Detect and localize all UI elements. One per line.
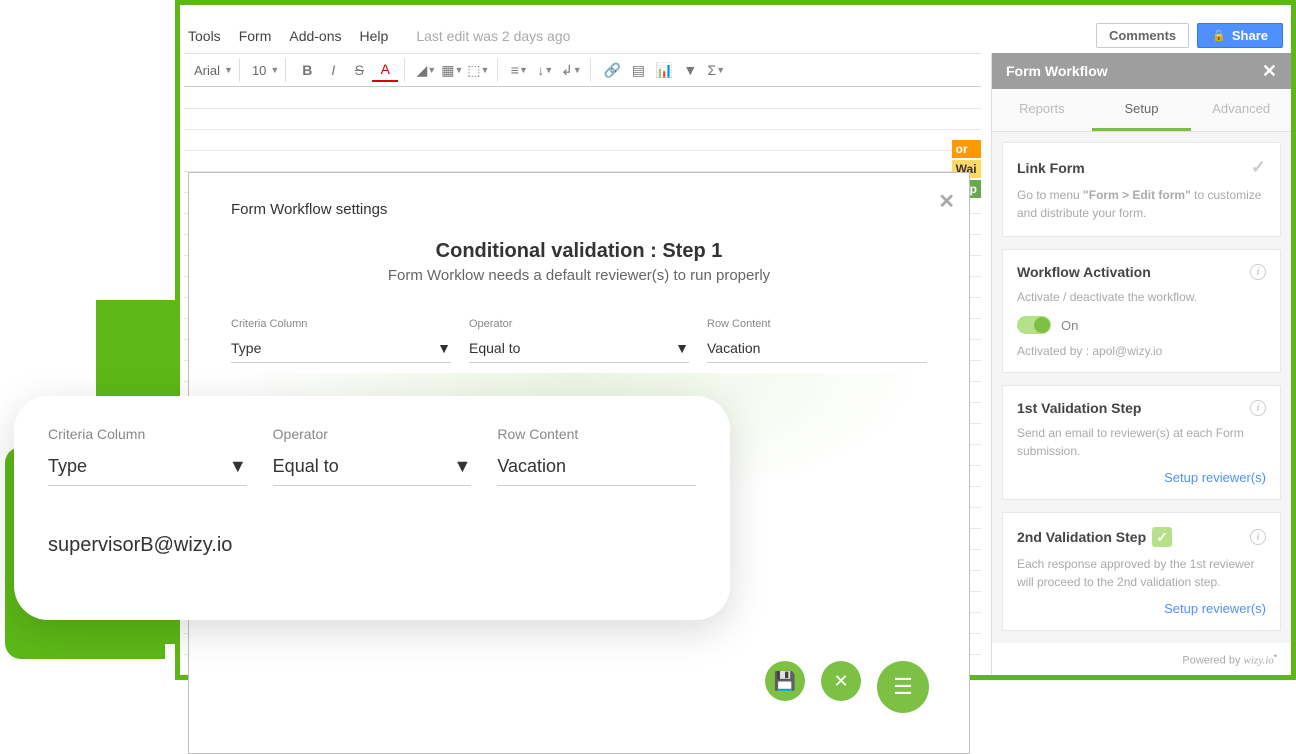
powered-by: Powered by wizy.io• <box>992 643 1291 675</box>
card-activation: Workflow Activation i Activate / deactiv… <box>1002 249 1281 373</box>
chevron-down-icon: ▼ <box>270 65 279 75</box>
tab-reports[interactable]: Reports <box>992 89 1092 131</box>
modal-title: Conditional validation : Step 1 <box>436 240 723 262</box>
save-icon: 💾 <box>774 671 796 692</box>
zoom-criteria-label: Criteria Column <box>48 426 247 442</box>
chart-button[interactable]: 📊 <box>651 58 677 82</box>
card-desc: Activate / deactivate the workflow. <box>1017 288 1266 306</box>
setup-reviewers-link[interactable]: Setup reviewer(s) <box>1017 601 1266 616</box>
activation-toggle[interactable] <box>1017 316 1051 334</box>
info-icon[interactable]: i <box>1250 529 1266 545</box>
operator-value: Equal to <box>469 340 520 356</box>
zoom-row-label: Row Content <box>497 426 696 442</box>
close-icon[interactable]: ✕ <box>1262 61 1277 82</box>
chevron-down-icon: ▼ <box>229 456 247 477</box>
menu-bar: Tools Form Add-ons Help Last edit was 2 … <box>188 23 1283 48</box>
card-link-form: Link Form ✓ Go to menu "Form > Edit form… <box>1002 142 1281 237</box>
close-icon: ✕ <box>833 671 848 692</box>
chevron-down-icon: ▼ <box>224 65 233 75</box>
modal-label: Form Workflow settings <box>231 201 927 218</box>
side-tabs: Reports Setup Advanced <box>992 89 1291 132</box>
card-title-text: Workflow Activation <box>1017 264 1151 280</box>
row-content-input[interactable] <box>707 340 927 363</box>
activated-by: Activated by : apol@wizy.io <box>1017 344 1266 358</box>
text-color-button[interactable]: A <box>372 58 398 82</box>
card-desc: Go to menu <box>1017 188 1083 202</box>
comments-button[interactable]: Comments <box>1096 23 1189 48</box>
italic-button[interactable]: I <box>320 58 346 82</box>
share-label: Share <box>1232 28 1268 43</box>
fill-color-button[interactable]: ◢▼ <box>413 58 439 82</box>
zoom-row-input[interactable] <box>497 456 696 486</box>
operator-select[interactable]: Equal to ▼ <box>469 340 689 363</box>
side-panel: Form Workflow ✕ Reports Setup Advanced L… <box>991 53 1291 675</box>
functions-button[interactable]: Σ▼ <box>703 58 729 82</box>
hamburger-icon: ☰ <box>893 674 913 700</box>
side-title: Form Workflow <box>1006 63 1108 79</box>
card-desc-bold: "Form > Edit form" <box>1083 188 1191 202</box>
menu-form[interactable]: Form <box>239 28 272 44</box>
toolbar: Arial ▼ 10 ▼ B I S A ◢▼ ▦▼ ⬚▼ ≡▼ ↓▼ ↲▼ 🔗… <box>184 53 981 87</box>
filter-button[interactable]: ▼ <box>677 58 703 82</box>
check-icon: ✓ <box>1251 157 1266 178</box>
zoom-reviewer-email: supervisorB@wizy.io <box>48 534 696 557</box>
chevron-down-icon: ▼ <box>675 340 689 356</box>
valign-button[interactable]: ↓▼ <box>532 58 558 82</box>
menu-tools[interactable]: Tools <box>188 28 221 44</box>
criteria-label: Criteria Column <box>231 318 451 330</box>
status-cell: or <box>952 140 981 158</box>
chevron-down-icon: ▼ <box>454 456 472 477</box>
save-button[interactable]: 💾 <box>765 661 805 701</box>
card-step2: 2nd Validation Step ✓ i Each response ap… <box>1002 512 1281 631</box>
zoom-operator-label: Operator <box>273 426 472 442</box>
merge-button[interactable]: ⬚▼ <box>465 58 491 82</box>
card-title-text: 2nd Validation Step <box>1017 529 1146 545</box>
card-desc: Send an email to reviewer(s) at each For… <box>1017 424 1266 460</box>
menu-help[interactable]: Help <box>360 28 389 44</box>
setup-reviewers-link[interactable]: Setup reviewer(s) <box>1017 470 1266 485</box>
side-content: Link Form ✓ Go to menu "Form > Edit form… <box>992 132 1291 643</box>
info-icon[interactable]: i <box>1250 264 1266 280</box>
halign-button[interactable]: ≡▼ <box>506 58 532 82</box>
card-title-text: 1st Validation Step <box>1017 400 1141 416</box>
card-desc: Each response approved by the 1st review… <box>1017 555 1266 591</box>
bold-button[interactable]: B <box>294 58 320 82</box>
link-button[interactable]: 🔗 <box>599 58 625 82</box>
lock-icon: 🔒 <box>1212 29 1226 42</box>
menu-addons[interactable]: Add-ons <box>289 28 341 44</box>
modal-subtitle: Form Worklow needs a default reviewer(s)… <box>231 267 927 284</box>
strike-button[interactable]: S <box>346 58 372 82</box>
zoom-operator-value: Equal to <box>273 456 339 477</box>
checkbox-checked-icon[interactable]: ✓ <box>1152 527 1172 547</box>
font-family-select[interactable]: Arial <box>194 63 224 78</box>
side-header: Form Workflow ✕ <box>992 53 1291 89</box>
borders-button[interactable]: ▦▼ <box>439 58 465 82</box>
criteria-value: Type <box>231 340 261 356</box>
share-button[interactable]: 🔒 Share <box>1197 23 1283 48</box>
zoom-criteria-select[interactable]: Type ▼ <box>48 456 247 486</box>
font-size-select[interactable]: 10 <box>248 63 270 78</box>
wrap-button[interactable]: ↲▼ <box>558 58 584 82</box>
tab-setup[interactable]: Setup <box>1092 89 1192 131</box>
criteria-select[interactable]: Type ▼ <box>231 340 451 363</box>
zoom-criteria-value: Type <box>48 456 87 477</box>
cancel-button[interactable]: ✕ <box>821 661 861 701</box>
operator-label: Operator <box>469 318 689 330</box>
tab-advanced[interactable]: Advanced <box>1191 89 1291 131</box>
zoom-callout: Criteria Column Type ▼ Operator Equal to… <box>14 396 730 620</box>
card-step1: 1st Validation Step i Send an email to r… <box>1002 385 1281 500</box>
row-content-label: Row Content <box>707 318 927 330</box>
close-icon[interactable]: ✕ <box>938 189 955 214</box>
zoom-operator-select[interactable]: Equal to ▼ <box>273 456 472 486</box>
last-edit-status: Last edit was 2 days ago <box>416 28 570 44</box>
menu-button[interactable]: ☰ <box>877 661 929 713</box>
comment-button[interactable]: ▤ <box>625 58 651 82</box>
chevron-down-icon: ▼ <box>437 340 451 356</box>
info-icon[interactable]: i <box>1250 400 1266 416</box>
card-title-text: Link Form <box>1017 160 1085 176</box>
toggle-label: On <box>1061 318 1078 333</box>
